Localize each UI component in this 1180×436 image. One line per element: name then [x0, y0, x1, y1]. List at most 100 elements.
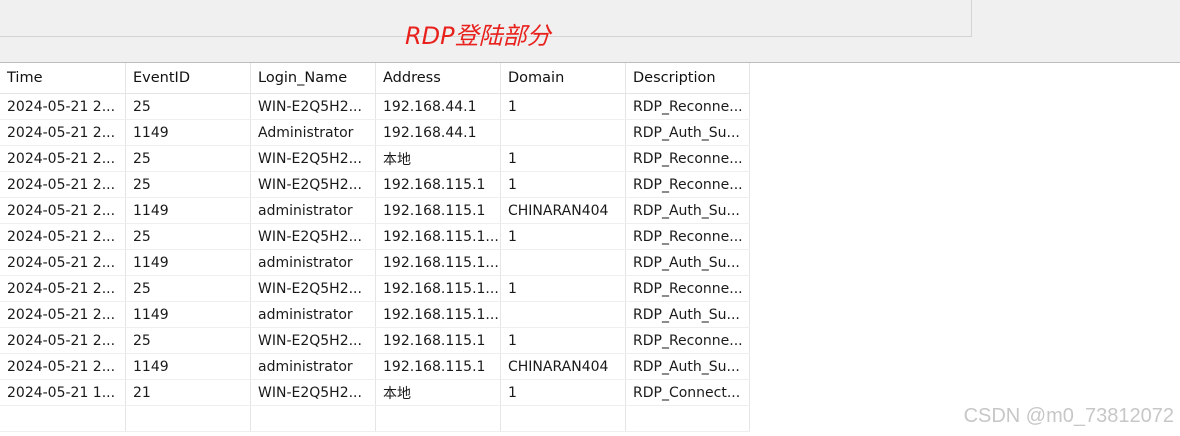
- column-header-description[interactable]: Description: [626, 63, 750, 93]
- cell-login-name: WIN-E2Q5H2...: [251, 276, 376, 301]
- table-row[interactable]: 2024-05-21 2... 25 WIN-E2Q5H2... 192.168.11…: [0, 276, 750, 302]
- cell-description: RDP_Reconne...: [626, 146, 750, 171]
- cell-time: 2024-05-21 2...: [0, 250, 126, 275]
- column-header-domain[interactable]: Domain: [501, 63, 626, 93]
- cell-eventid: 1149: [126, 120, 251, 145]
- cell-eventid: 1149: [126, 250, 251, 275]
- table-row[interactable]: 2024-05-21 2... 1149 administrator 192.168.…: [0, 198, 750, 224]
- cell-time: 2024-05-21 1...: [0, 380, 126, 405]
- cell-login-name: WIN-E2Q5H2...: [251, 94, 376, 119]
- cell-address: 本地: [376, 380, 501, 405]
- overlay-annotation: RDP登陆部分: [405, 22, 551, 50]
- cell-description: RDP_Auth_Su...: [626, 250, 750, 275]
- table-row[interactable]: 2024-05-21 1... 21 WIN-E2Q5H2... 本地 1 RDP_Con…: [0, 380, 750, 406]
- cell-eventid: 1149: [126, 302, 251, 327]
- cell-eventid: 25: [126, 172, 251, 197]
- cell-time: 2024-05-21 2...: [0, 120, 126, 145]
- watermark: CSDN @m0_73812072: [963, 405, 1174, 427]
- column-header-eventid[interactable]: EventID: [126, 63, 251, 93]
- cell-domain: [501, 406, 626, 431]
- cell-time: 2024-05-21 2...: [0, 302, 126, 327]
- cell-eventid: 25: [126, 146, 251, 171]
- cell-domain: [501, 250, 626, 275]
- cell-eventid: 25: [126, 328, 251, 353]
- cell-login-name: administrator: [251, 198, 376, 223]
- cell-domain: 1: [501, 380, 626, 405]
- cell-time: 2024-05-21 2...: [0, 276, 126, 301]
- cell-address: [376, 406, 501, 431]
- cell-eventid: 21: [126, 380, 251, 405]
- cell-login-name: administrator: [251, 250, 376, 275]
- cell-description: RDP_Reconne...: [626, 328, 750, 353]
- cell-domain: 1: [501, 276, 626, 301]
- cell-address: 192.168.115.1: [376, 328, 501, 353]
- cell-description: [626, 406, 750, 431]
- cell-description: RDP_Auth_Su...: [626, 120, 750, 145]
- cell-login-name: WIN-E2Q5H2...: [251, 146, 376, 171]
- cell-time: 2024-05-21 2...: [0, 172, 126, 197]
- cell-description: RDP_Reconne...: [626, 276, 750, 301]
- table-row[interactable]: 2024-05-21 2... 25 WIN-E2Q5H2... 192.168.44…: [0, 94, 750, 120]
- table-body: 2024-05-21 2... 25 WIN-E2Q5H2... 192.168.44…: [0, 94, 750, 432]
- table-row[interactable]: 2024-05-21 2... 25 WIN-E2Q5H2... 192.168.11…: [0, 224, 750, 250]
- cell-address: 192.168.44.1: [376, 120, 501, 145]
- cell-login-name: WIN-E2Q5H2...: [251, 380, 376, 405]
- cell-address: 192.168.115.1: [376, 198, 501, 223]
- cell-time: 2024-05-21 2...: [0, 328, 126, 353]
- cell-login-name: WIN-E2Q5H2...: [251, 328, 376, 353]
- cell-eventid: 25: [126, 276, 251, 301]
- table-row[interactable]: 2024-05-21 2... 1149 Administrator 192.168.…: [0, 120, 750, 146]
- cell-description: RDP_Reconne...: [626, 224, 750, 249]
- cell-time: 2024-05-21 2...: [0, 146, 126, 171]
- column-header-time[interactable]: Time: [0, 63, 126, 93]
- table-row[interactable]: 2024-05-21 2... 25 WIN-E2Q5H2... 192.168.11…: [0, 172, 750, 198]
- cell-domain: 1: [501, 146, 626, 171]
- table-row[interactable]: 2024-05-21 2... 1149 administrator 192.168.…: [0, 354, 750, 380]
- table-row[interactable]: 2024-05-21 2... 25 WIN-E2Q5H2... 本地 1 RDP_Rec…: [0, 146, 750, 172]
- cell-domain: 1: [501, 328, 626, 353]
- cell-address: 192.168.115.1...: [376, 302, 501, 327]
- cell-login-name: [251, 406, 376, 431]
- cell-login-name: administrator: [251, 302, 376, 327]
- column-header-login-name[interactable]: Login_Name: [251, 63, 376, 93]
- cell-login-name: WIN-E2Q5H2...: [251, 224, 376, 249]
- cell-time: 2024-05-21 2...: [0, 94, 126, 119]
- cell-address: 本地: [376, 146, 501, 171]
- cell-eventid: 1149: [126, 354, 251, 379]
- cell-eventid: 25: [126, 224, 251, 249]
- cell-description: RDP_Auth_Su...: [626, 354, 750, 379]
- table-row[interactable]: 2024-05-21 2... 1149 administrator 192.168.…: [0, 250, 750, 276]
- cell-eventid: [126, 406, 251, 431]
- cell-description: RDP_Auth_Su...: [626, 302, 750, 327]
- cell-eventid: 1149: [126, 198, 251, 223]
- cell-address: 192.168.115.1: [376, 172, 501, 197]
- cell-domain: 1: [501, 172, 626, 197]
- cell-domain: [501, 120, 626, 145]
- table-row[interactable]: [0, 406, 750, 432]
- cell-time: 2024-05-21 2...: [0, 354, 126, 379]
- cell-description: RDP_Auth_Su...: [626, 198, 750, 223]
- cell-time: 2024-05-21 2...: [0, 198, 126, 223]
- cell-description: RDP_Connect...: [626, 380, 750, 405]
- cell-login-name: administrator: [251, 354, 376, 379]
- cell-domain: 1: [501, 224, 626, 249]
- cell-login-name: WIN-E2Q5H2...: [251, 172, 376, 197]
- cell-domain: CHINARAN404: [501, 354, 626, 379]
- cell-address: 192.168.115.1...: [376, 224, 501, 249]
- cell-address: 192.168.115.1...: [376, 250, 501, 275]
- toolbar-area: [0, 0, 1180, 62]
- table-row[interactable]: 2024-05-21 2... 25 WIN-E2Q5H2... 192.168.11…: [0, 328, 750, 354]
- cell-description: RDP_Reconne...: [626, 172, 750, 197]
- table-row[interactable]: 2024-05-21 2... 1149 administrator 192.168.…: [0, 302, 750, 328]
- cell-address: 192.168.44.1: [376, 94, 501, 119]
- column-header-address[interactable]: Address: [376, 63, 501, 93]
- cell-address: 192.168.115.1...: [376, 276, 501, 301]
- cell-eventid: 25: [126, 94, 251, 119]
- cell-domain: CHINARAN404: [501, 198, 626, 223]
- cell-time: [0, 406, 126, 431]
- event-log-table: Time EventID Login_Name Address Domain D…: [0, 63, 750, 432]
- cell-login-name: Administrator: [251, 120, 376, 145]
- table-header-row: Time EventID Login_Name Address Domain D…: [0, 63, 750, 94]
- cell-description: RDP_Reconne...: [626, 94, 750, 119]
- cell-address: 192.168.115.1: [376, 354, 501, 379]
